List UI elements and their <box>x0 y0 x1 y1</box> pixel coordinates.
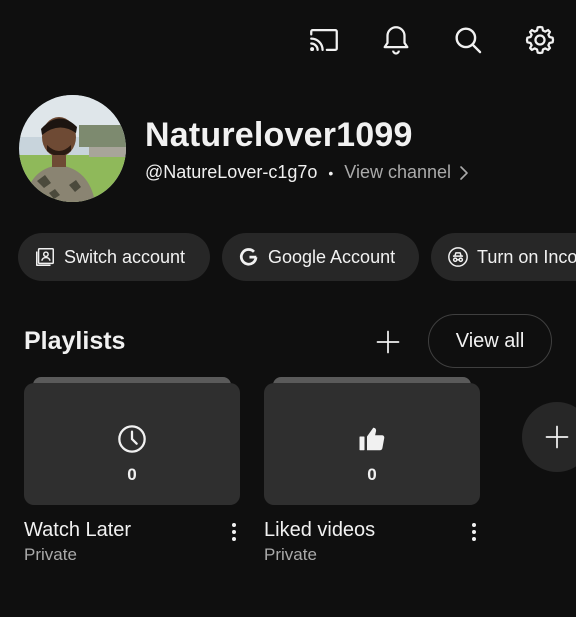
chevron-right-icon[interactable] <box>459 165 469 181</box>
new-playlist-button[interactable] <box>370 324 406 360</box>
clock-icon <box>114 421 150 457</box>
add-playlist-button[interactable] <box>522 402 576 472</box>
playlist-video-count: 0 <box>127 465 137 484</box>
google-g-icon <box>238 246 260 268</box>
playlist-thumbnail[interactable]: 0 <box>264 383 480 505</box>
cast-icon[interactable] <box>306 22 342 58</box>
separator-dot: • <box>328 164 334 181</box>
switch-account-chip[interactable]: Switch account <box>18 233 210 281</box>
channel-handle: @NatureLover-c1g7o <box>145 162 318 182</box>
channel-handle-line: @NatureLover-c1g7o • View channel <box>145 162 469 183</box>
plus-icon <box>545 425 569 449</box>
incognito-icon <box>447 246 469 268</box>
playlist-privacy: Private <box>24 545 77 564</box>
notifications-icon[interactable] <box>378 22 414 58</box>
playlist-privacy: Private <box>264 545 317 564</box>
more-options-icon[interactable] <box>462 519 486 545</box>
top-bar <box>0 0 576 82</box>
avatar-photo <box>19 95 126 202</box>
playlist-title[interactable]: Liked videos <box>264 519 375 542</box>
more-options-icon[interactable] <box>222 519 246 545</box>
view-channel-link[interactable]: View channel <box>344 162 451 183</box>
chip-label: Google Account <box>268 246 396 267</box>
thumbs-up-icon <box>354 421 390 457</box>
switch-account-icon <box>34 246 56 268</box>
playlist-thumbnail[interactable]: 0 <box>24 383 240 505</box>
settings-icon[interactable] <box>522 22 558 58</box>
chip-label: Switch account <box>64 246 186 267</box>
plus-icon <box>376 330 400 354</box>
google-account-chip[interactable]: Google Account <box>222 233 419 281</box>
chip-label: Turn on Incognito <box>477 246 576 267</box>
playlists-heading: Playlists <box>24 327 126 355</box>
playlist-title[interactable]: Watch Later <box>24 519 131 542</box>
search-icon[interactable] <box>450 22 486 58</box>
avatar[interactable] <box>19 95 126 202</box>
view-all-button[interactable]: View all <box>428 314 552 368</box>
playlist-video-count: 0 <box>367 465 377 484</box>
incognito-chip[interactable]: Turn on Incognito <box>431 233 576 281</box>
account-chips-row: Switch account Google Account Turn on In… <box>0 233 576 281</box>
channel-name: Naturelover1099 <box>145 116 413 154</box>
